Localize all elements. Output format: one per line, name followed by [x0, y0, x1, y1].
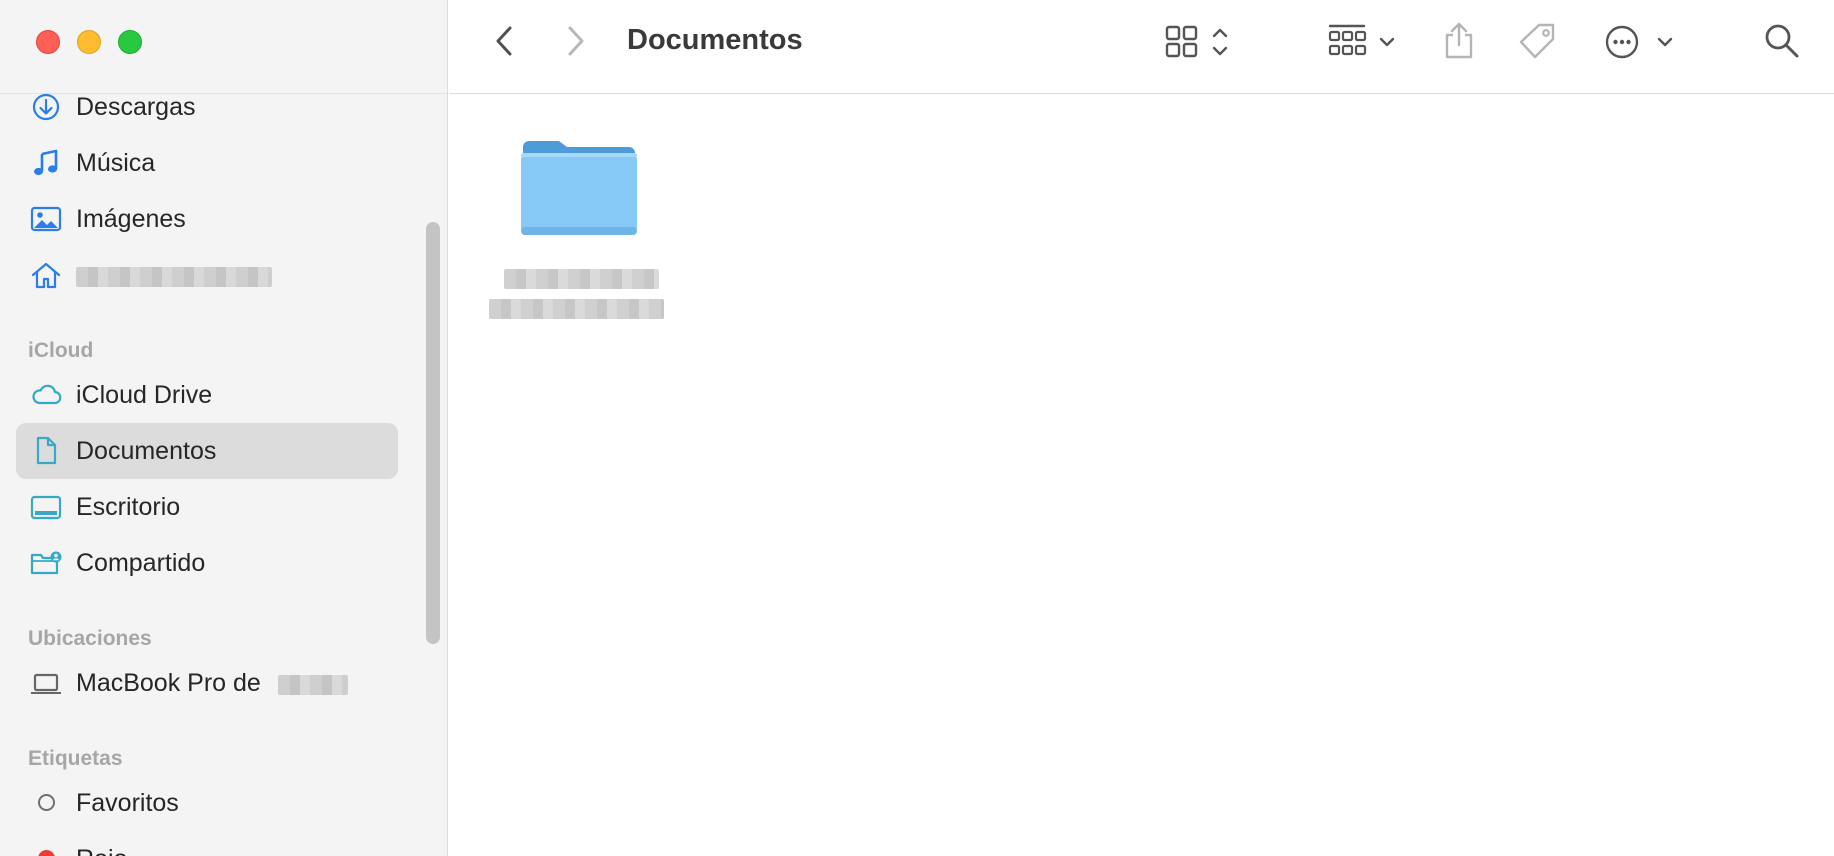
- sidebar-item-tag-favoritos[interactable]: Favoritos: [16, 775, 398, 831]
- section-header-icloud: iCloud: [28, 339, 94, 362]
- view-options-button[interactable]: [1165, 24, 1239, 60]
- group-button[interactable]: [1327, 22, 1401, 60]
- sidebar-item-label: Música: [76, 149, 156, 177]
- sidebar-item-label: Compartido: [76, 549, 206, 577]
- sidebar-item-label: Rojo: [76, 845, 127, 856]
- icon-view-icon: [1165, 25, 1228, 58]
- back-button[interactable]: [491, 24, 519, 58]
- group-icon: [1328, 24, 1395, 56]
- download-icon: [30, 92, 62, 122]
- file-browser-area[interactable]: [449, 95, 1834, 856]
- sidebar-item-label: iCloud Drive: [76, 381, 213, 409]
- sidebar-item-tag-rojo[interactable]: Rojo: [16, 831, 398, 856]
- document-icon: [30, 436, 62, 466]
- laptop-icon: [30, 668, 62, 698]
- sidebar-item-macbook[interactable]: MacBook Pro de: [16, 655, 398, 711]
- minimize-button[interactable]: [77, 30, 101, 54]
- search-button[interactable]: [1763, 22, 1801, 60]
- music-note-icon: [30, 148, 62, 178]
- tag-circle-icon: [38, 794, 55, 811]
- redacted-computer-name: [278, 675, 348, 695]
- folder-item[interactable]: [489, 135, 669, 365]
- home-icon: [30, 260, 62, 290]
- back-icon: [496, 26, 512, 56]
- folder-icon: [517, 135, 641, 241]
- redacted-file-name: [504, 269, 659, 289]
- cloud-icon: [30, 380, 62, 410]
- forward-icon: [568, 26, 584, 56]
- sidebar-item-documentos[interactable]: Documentos: [16, 423, 398, 479]
- sidebar-item-icloud-drive[interactable]: iCloud Drive: [16, 367, 398, 423]
- sidebar-item-label: Escritorio: [76, 493, 181, 521]
- tag-icon: [1519, 23, 1555, 59]
- sidebar-item-label: MacBook Pro de: [76, 669, 261, 697]
- share-button[interactable]: [1442, 20, 1476, 60]
- sidebar-scrollbar[interactable]: [426, 222, 440, 644]
- redacted-file-name: [489, 299, 664, 319]
- section-header-ubicaciones: Ubicaciones: [28, 627, 152, 650]
- redacted-username: [76, 267, 272, 287]
- window-controls: [36, 30, 159, 54]
- sidebar-item-musica[interactable]: Música: [16, 135, 398, 191]
- more-actions-button[interactable]: [1605, 24, 1679, 60]
- shared-folder-icon: [30, 548, 62, 578]
- zoom-button[interactable]: [118, 30, 142, 54]
- more-icon: [1605, 25, 1673, 59]
- sidebar-item-label: Descargas: [76, 93, 196, 121]
- sidebar-item-descargas[interactable]: Descargas: [16, 79, 398, 135]
- sidebar-item-escritorio[interactable]: Escritorio: [16, 479, 398, 535]
- share-icon: [1445, 22, 1473, 59]
- sidebar-item-compartido[interactable]: Compartido: [16, 535, 398, 591]
- sidebar-item-label: Documentos: [76, 437, 217, 465]
- tag-red-dot-icon: [38, 850, 55, 856]
- desktop-icon: [30, 492, 62, 522]
- close-button[interactable]: [36, 30, 60, 54]
- photo-icon: [30, 204, 62, 234]
- toolbar: Documentos: [449, 0, 1834, 94]
- sidebar-item-label: Imágenes: [76, 205, 186, 233]
- forward-button[interactable]: [561, 24, 589, 58]
- tag-button[interactable]: [1517, 22, 1559, 62]
- section-header-etiquetas: Etiquetas: [28, 747, 123, 770]
- sidebar: Descargas Música Imágenes iCloud iCloud …: [0, 0, 448, 856]
- search-icon: [1765, 24, 1799, 58]
- sidebar-item-imagenes[interactable]: Imágenes: [16, 191, 398, 247]
- sidebar-item-home[interactable]: [16, 247, 398, 303]
- finder-window: Descargas Música Imágenes iCloud iCloud …: [0, 0, 1834, 856]
- window-title: Documentos: [627, 24, 803, 56]
- sidebar-item-label: Favoritos: [76, 789, 179, 817]
